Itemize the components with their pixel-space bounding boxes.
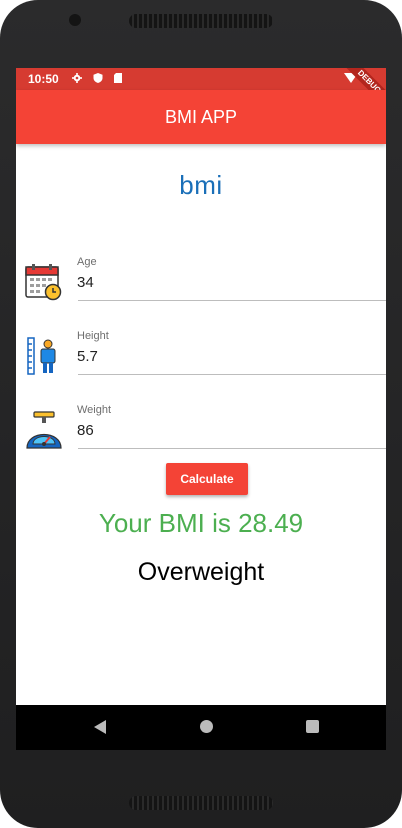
weight-input[interactable]: 86 [77,422,94,439]
settings-icon [72,73,82,83]
top-speaker [129,14,273,28]
bottom-speaker [129,796,273,810]
back-icon[interactable] [94,720,106,734]
calculate-button[interactable]: Calculate [166,463,248,495]
bmi-category: Overweight [137,558,265,586]
app-title: BMI APP [164,107,238,127]
height-measure-icon [27,337,56,375]
weight-underline [78,448,386,449]
age-underline [78,300,386,301]
bmi-logo: bmi [179,170,223,200]
shield-icon [93,73,103,83]
calendar-icon [25,264,62,301]
recent-apps-icon[interactable] [306,720,319,733]
age-label: Age [77,256,97,268]
weighing-scale-icon [26,411,62,449]
status-time: 10:50 [28,72,59,86]
weight-label: Weight [77,404,112,416]
app-bar: BMI APP [16,90,386,144]
system-nav-bar [16,705,386,750]
height-input[interactable]: 5.7 [77,348,98,365]
sd-card-icon [114,73,122,83]
status-bar: 10:50 DEBUG [16,68,386,113]
home-icon[interactable] [200,720,213,733]
app-screen: 10:50 DEBUG BMI APP bmi Age 34 Height 5.… [16,68,386,750]
age-input[interactable]: 34 [77,274,94,291]
bmi-result: Your BMI is 28.49 [98,508,304,538]
height-label: Height [77,330,109,342]
height-field[interactable]: Height 5.7 [16,322,386,382]
weight-field[interactable]: Weight 86 [16,396,386,456]
height-underline [78,374,386,375]
age-field[interactable]: Age 34 [16,248,386,308]
front-camera [69,14,81,26]
phone-frame: 10:50 DEBUG BMI APP bmi Age 34 Height 5.… [0,0,402,828]
